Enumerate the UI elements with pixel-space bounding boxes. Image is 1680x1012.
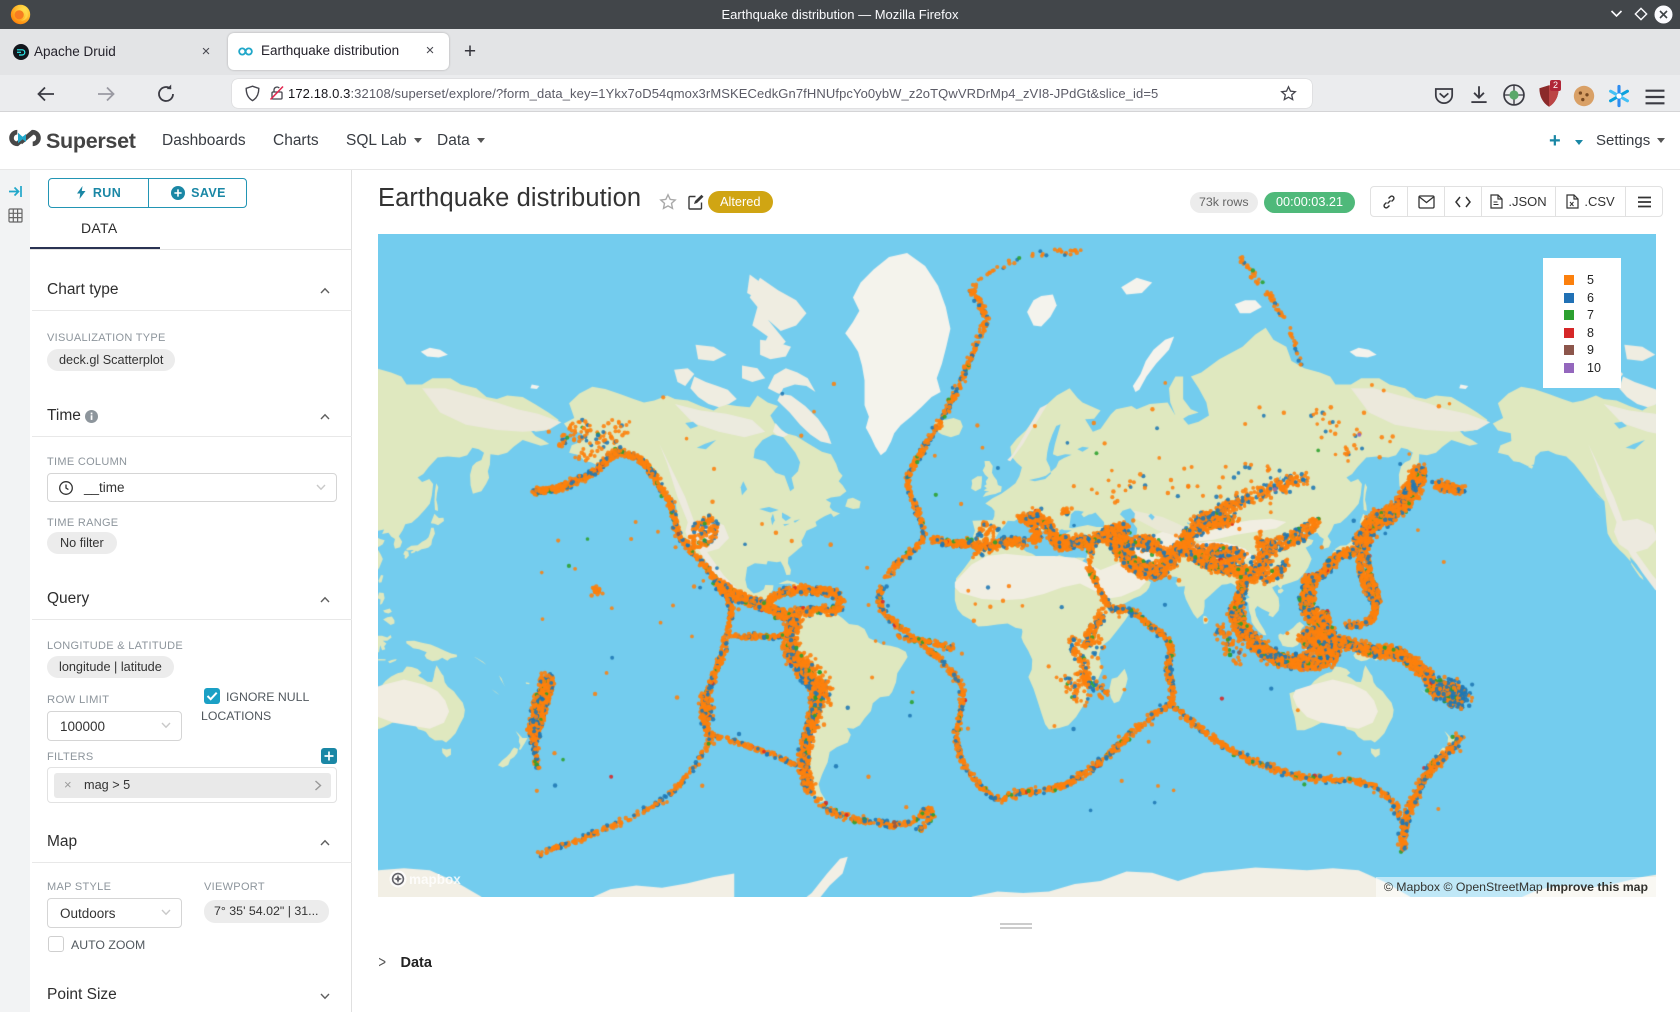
svg-text:mapbox: mapbox — [409, 872, 461, 887]
